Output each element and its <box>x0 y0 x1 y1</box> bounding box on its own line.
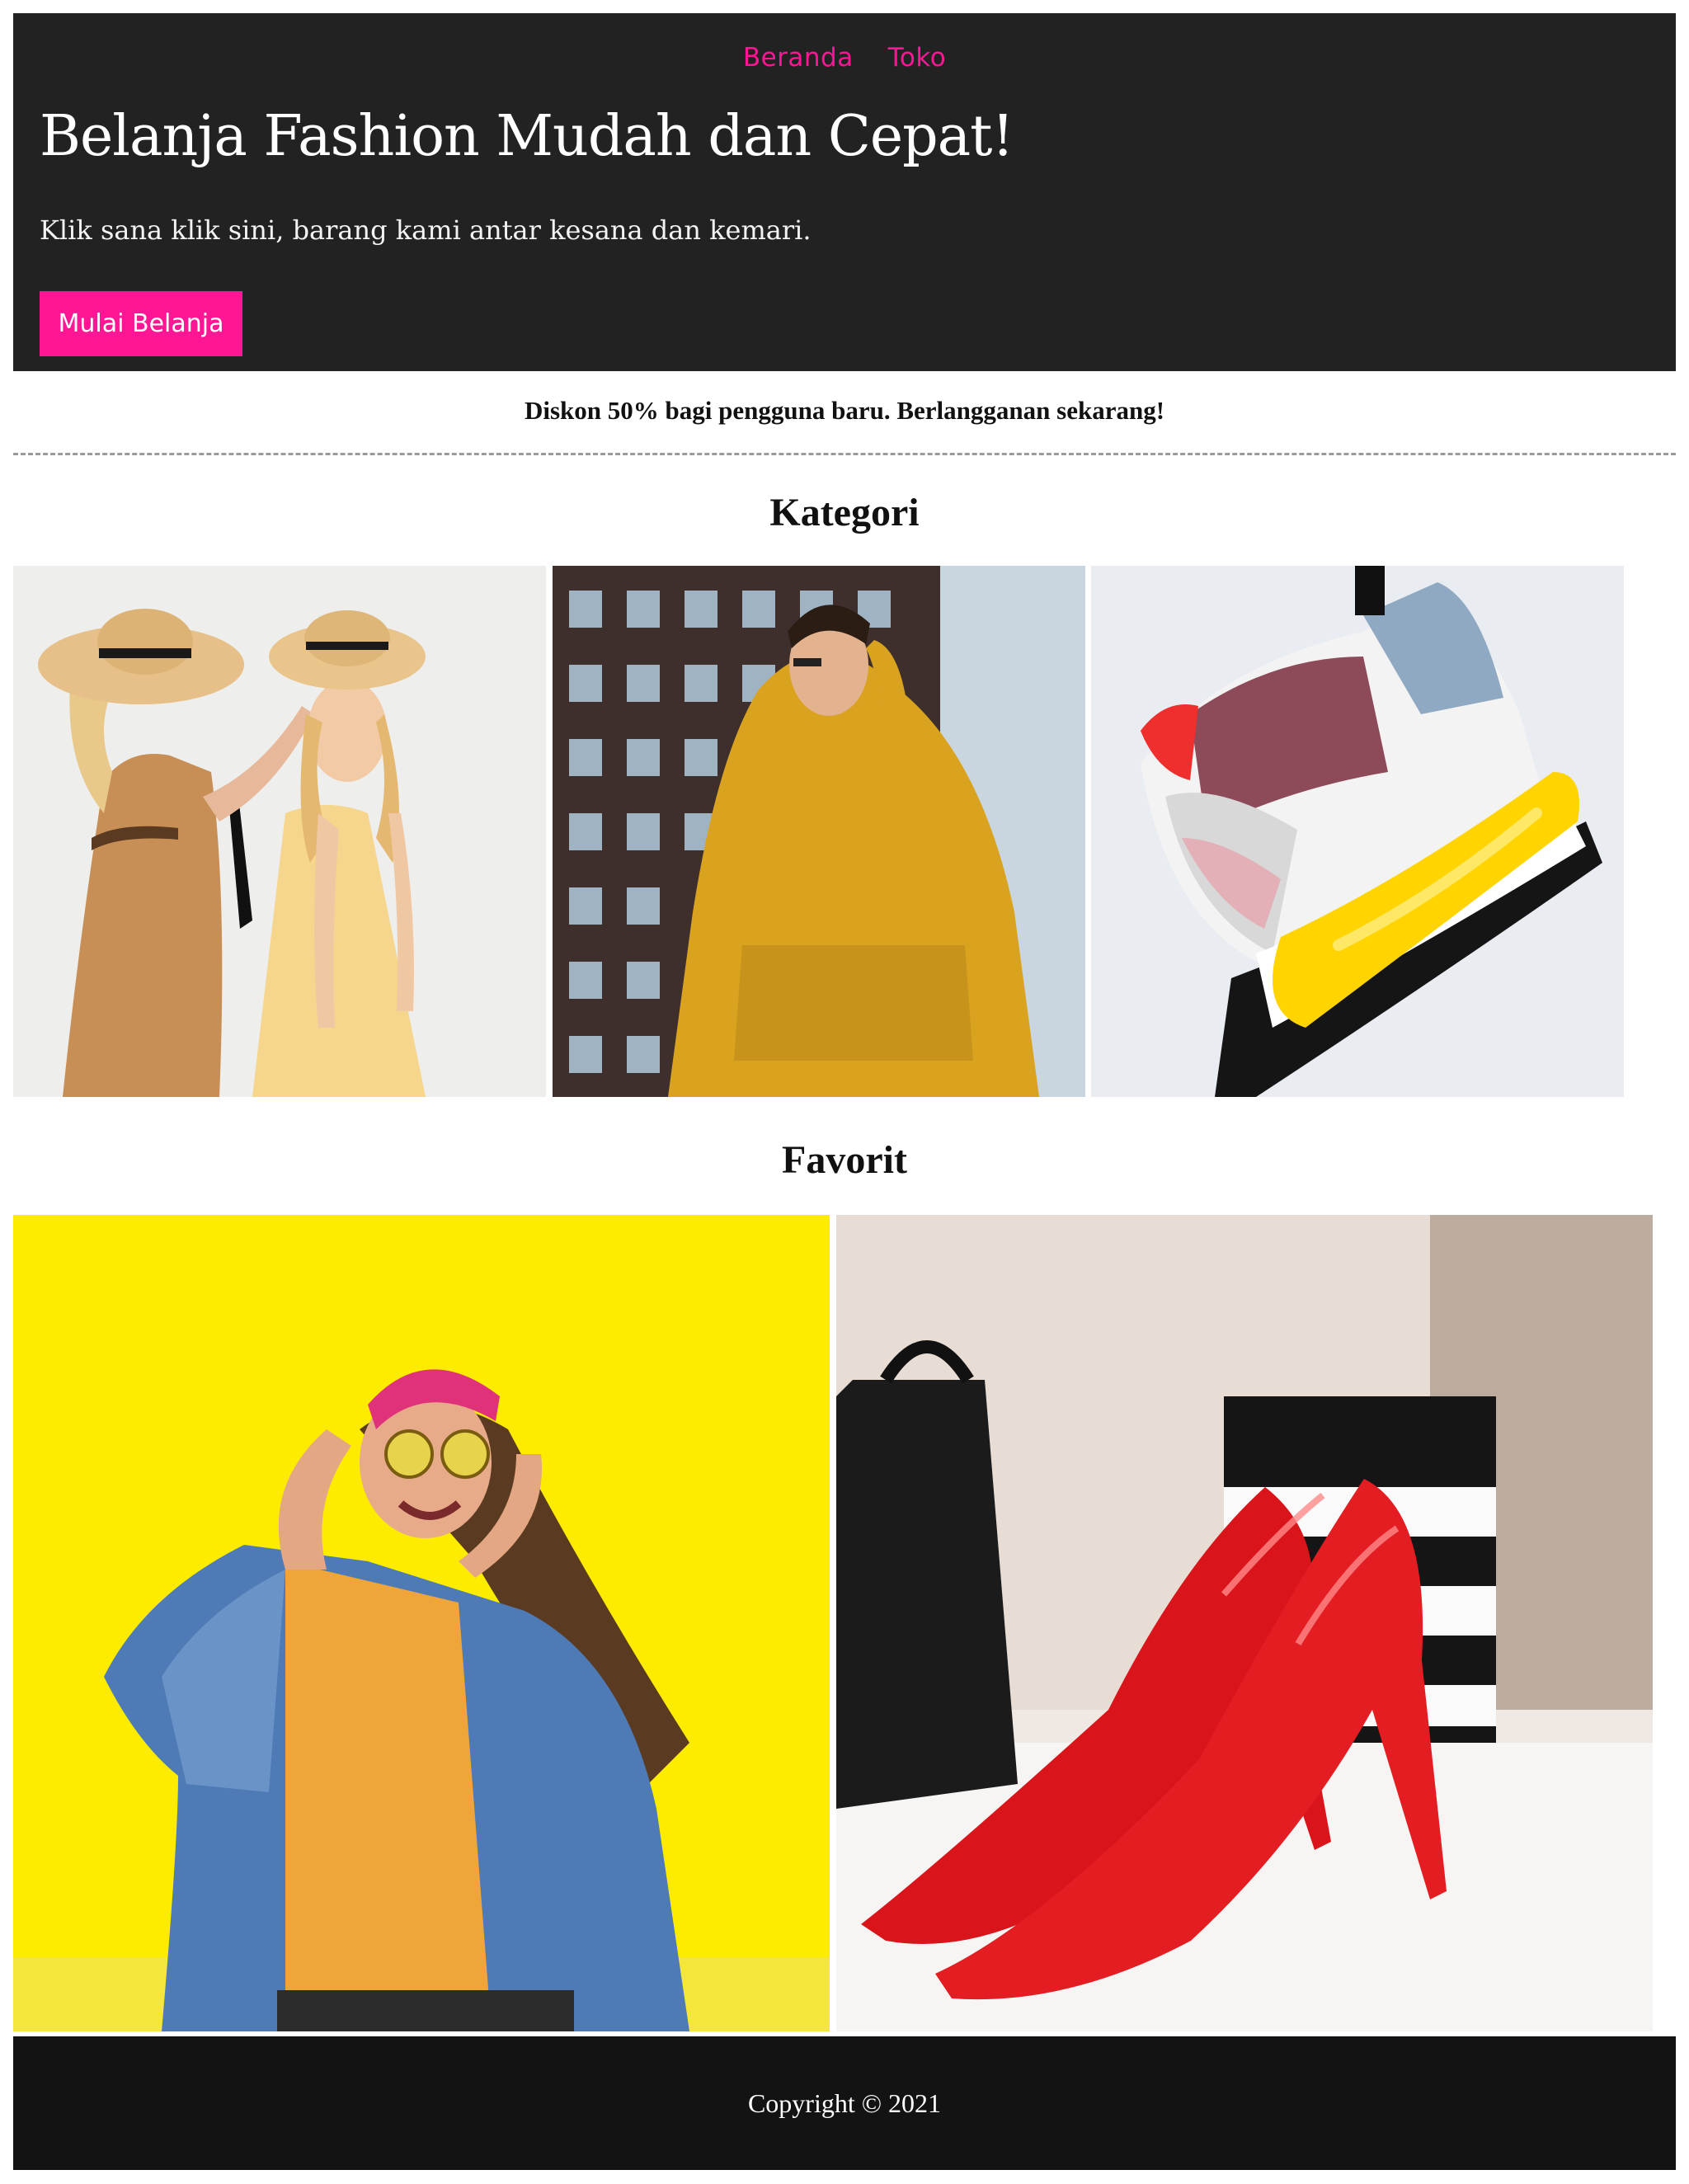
dashed-divider <box>13 453 1676 455</box>
start-shopping-button[interactable]: Mulai Belanja <box>40 291 242 356</box>
men-photo-illustration <box>553 566 1085 1097</box>
hero-subtitle: Klik sana klik sini, barang kami antar k… <box>40 214 812 246</box>
main-nav: Beranda Toko <box>13 43 1676 73</box>
category-image-shoes[interactable] <box>1091 566 1624 1097</box>
nav-link-toko[interactable]: Toko <box>888 43 946 73</box>
favorite-image-denim-jacket[interactable] <box>13 1215 830 2031</box>
copyright-text: Copyright © 2021 <box>747 2088 942 2118</box>
nav-link-beranda[interactable]: Beranda <box>743 43 854 73</box>
category-image-men[interactable] <box>553 566 1085 1097</box>
favorite-image-red-heels[interactable] <box>836 1215 1653 2031</box>
site-footer: Copyright © 2021 <box>13 2036 1676 2170</box>
hero-title: Belanja Fashion Mudah dan Cepat! <box>40 104 1014 169</box>
sneaker-photo-illustration <box>1091 566 1624 1097</box>
section-title-kategori: Kategori <box>769 491 920 534</box>
women-photo-illustration <box>13 566 546 1097</box>
denim-jacket-photo-illustration <box>13 1215 830 2031</box>
promo-banner: Diskon 50% bagi pengguna baru. Berlangga… <box>524 396 1165 425</box>
category-image-women[interactable] <box>13 566 546 1097</box>
section-title-favorit: Favorit <box>782 1138 907 1182</box>
red-heels-photo-illustration <box>836 1215 1653 2031</box>
hero-header: Beranda Toko Belanja Fashion Mudah dan C… <box>13 13 1676 371</box>
